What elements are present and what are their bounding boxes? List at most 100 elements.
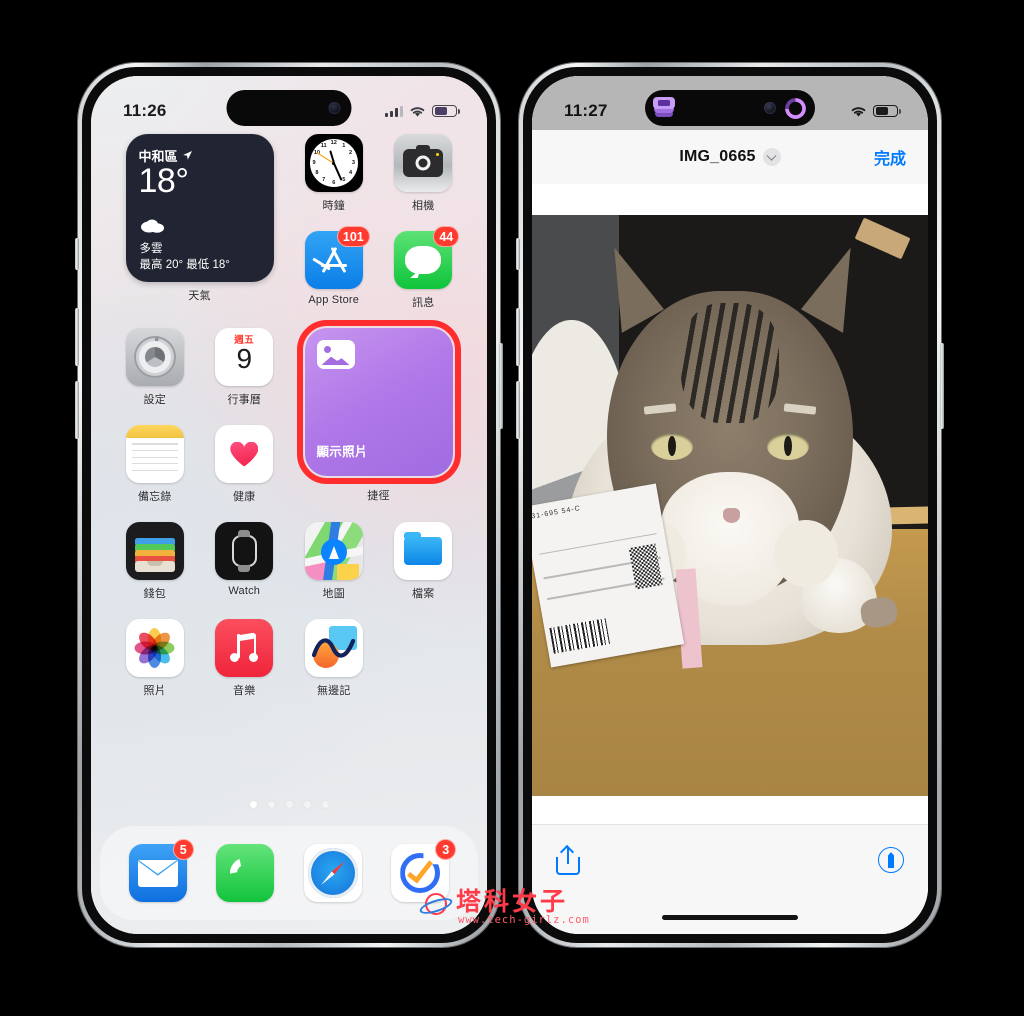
wifi-icon [410,106,425,117]
app-messages[interactable]: 44 訊息 [392,226,460,310]
front-camera-lens [328,102,341,114]
page-dot[interactable] [321,801,329,808]
front-camera-lens [764,102,776,114]
page-indicator[interactable] [91,801,487,808]
safari-icon[interactable] [303,844,362,902]
badge-count: 5 [172,839,194,860]
calendar-day: 9 [236,343,253,374]
badge-count: 101 [336,226,370,247]
volume-down-button[interactable] [75,381,79,439]
photo-icon [316,340,355,369]
music-icon[interactable] [215,619,274,677]
device-bezel: 11:26 中和區 18° 多雲 最高 20° 最低 18° 天氣 12 1 2… [82,67,496,943]
left-screen: 11:26 中和區 18° 多雲 最高 20° 最低 18° 天氣 12 1 2… [91,76,487,934]
health-icon[interactable] [215,425,274,483]
share-icon[interactable] [556,847,580,875]
app-notes[interactable]: 備忘錄 [124,425,186,504]
shortcut-widget[interactable]: 顯示照片 捷徑 [296,320,461,504]
status-time: 11:26 [123,101,167,120]
shortcut-widget-label: 捷徑 [367,490,390,502]
wallet-icon[interactable] [125,522,184,580]
app-maps[interactable]: 地圖 [303,522,365,601]
app-wallet[interactable]: 錢包 [124,522,186,601]
volume-up-button[interactable] [75,308,79,366]
home-screen: 11:26 中和區 18° 多雲 最高 20° 最低 18° 天氣 12 1 2… [91,76,487,934]
phone-icon[interactable] [216,844,275,902]
badge-count: 44 [433,226,460,247]
app-label: 時鐘 [322,200,345,212]
camera-icon[interactable] [394,134,453,192]
files-icon[interactable] [394,522,453,580]
location-arrow-icon [182,151,192,160]
right-screen: 11:27 IMG_0665 完成 31-695 54-C [532,76,928,934]
status-indicators [385,104,460,118]
maps-icon[interactable] [304,522,363,580]
page-dot-active[interactable] [249,801,257,808]
app-label: 錢包 [143,588,166,600]
freeform-icon[interactable] [304,619,363,677]
dock-app-phone[interactable] [216,844,275,902]
app-label: 無邊記 [316,685,351,697]
volume-down-button[interactable] [516,381,520,439]
cat-photo-image: 31-695 54-C [532,215,928,796]
home-indicator[interactable] [662,915,798,920]
dock-app-mail[interactable]: 5 [128,839,194,902]
left-iphone-device: 11:26 中和區 18° 多雲 最高 20° 最低 18° 天氣 12 1 2… [75,63,503,947]
device-bezel: 11:27 IMG_0665 完成 31-695 54-C [523,67,937,943]
app-label: 地圖 [322,588,345,600]
calendar-icon[interactable]: 週五 9 [215,328,274,386]
photo-preview[interactable]: 31-695 54-C [532,215,928,796]
chevron-down-icon[interactable] [762,148,781,166]
app-appstore[interactable]: 101 App Store [303,226,370,310]
app-music[interactable]: 音樂 [213,619,275,698]
power-button[interactable] [940,343,944,429]
app-label: 行事曆 [227,394,262,406]
settings-icon[interactable] [125,328,184,386]
dock-app-safari[interactable] [303,844,362,902]
right-iphone-device: 11:27 IMG_0665 完成 31-695 54-C [516,63,944,947]
weather-widget-card[interactable]: 中和區 18° 多雲 最高 20° 最低 18° [125,134,274,282]
done-button[interactable]: 完成 [874,145,906,169]
weather-condition: 多雲 [139,243,163,255]
watch-icon[interactable] [215,522,274,580]
clock-icon[interactable]: 12 1 2 3 4 5 6 7 8 9 11 [304,134,363,192]
app-label: Watch [228,585,261,597]
cellular-bars-icon [385,105,403,117]
app-watch[interactable]: Watch [213,522,275,601]
app-files[interactable]: 檔案 [392,522,454,601]
app-grid: 中和區 18° 多雲 最高 20° 最低 18° 天氣 12 1 2 3 4 5… [91,134,487,698]
page-dot[interactable] [267,801,275,808]
app-calendar[interactable]: 週五 9 行事曆 [213,328,275,407]
quick-look-navbar: IMG_0665 完成 [532,130,928,184]
app-freeform[interactable]: 無邊記 [303,619,365,698]
mute-switch[interactable] [75,238,79,270]
shortcut-title: 顯示照片 [316,445,368,459]
mute-switch[interactable] [516,238,520,270]
shortcuts-icon[interactable] [653,97,675,119]
weather-temperature: 18° [138,162,189,200]
shortcut-widget-card[interactable]: 顯示照片 [296,320,461,484]
volume-up-button[interactable] [516,308,520,366]
app-camera[interactable]: 相機 [392,134,454,213]
notes-icon[interactable] [125,425,184,483]
dock-app-reminders[interactable]: 3 [391,839,457,902]
photos-icon[interactable] [125,619,184,677]
badge-count: 3 [435,839,457,860]
cloud-icon [140,218,166,238]
dynamic-island [226,90,352,126]
app-photos[interactable]: 照片 [124,619,186,698]
weather-widget[interactable]: 中和區 18° 多雲 最高 20° 最低 18° 天氣 [117,134,282,310]
app-label: 相機 [412,200,435,212]
power-button[interactable] [499,343,503,429]
page-dot[interactable] [303,801,311,808]
page-dot[interactable] [285,801,293,808]
app-label: 健康 [233,491,256,503]
app-label: 音樂 [233,685,256,697]
app-settings[interactable]: 設定 [124,328,186,407]
app-clock[interactable]: 12 1 2 3 4 5 6 7 8 9 11 時鐘 [303,134,365,213]
app-label: 照片 [143,685,166,697]
status-time: 11:27 [564,101,608,120]
app-health[interactable]: 健康 [213,425,275,504]
markup-pen-icon[interactable] [878,847,904,873]
dynamic-island[interactable] [645,90,815,126]
